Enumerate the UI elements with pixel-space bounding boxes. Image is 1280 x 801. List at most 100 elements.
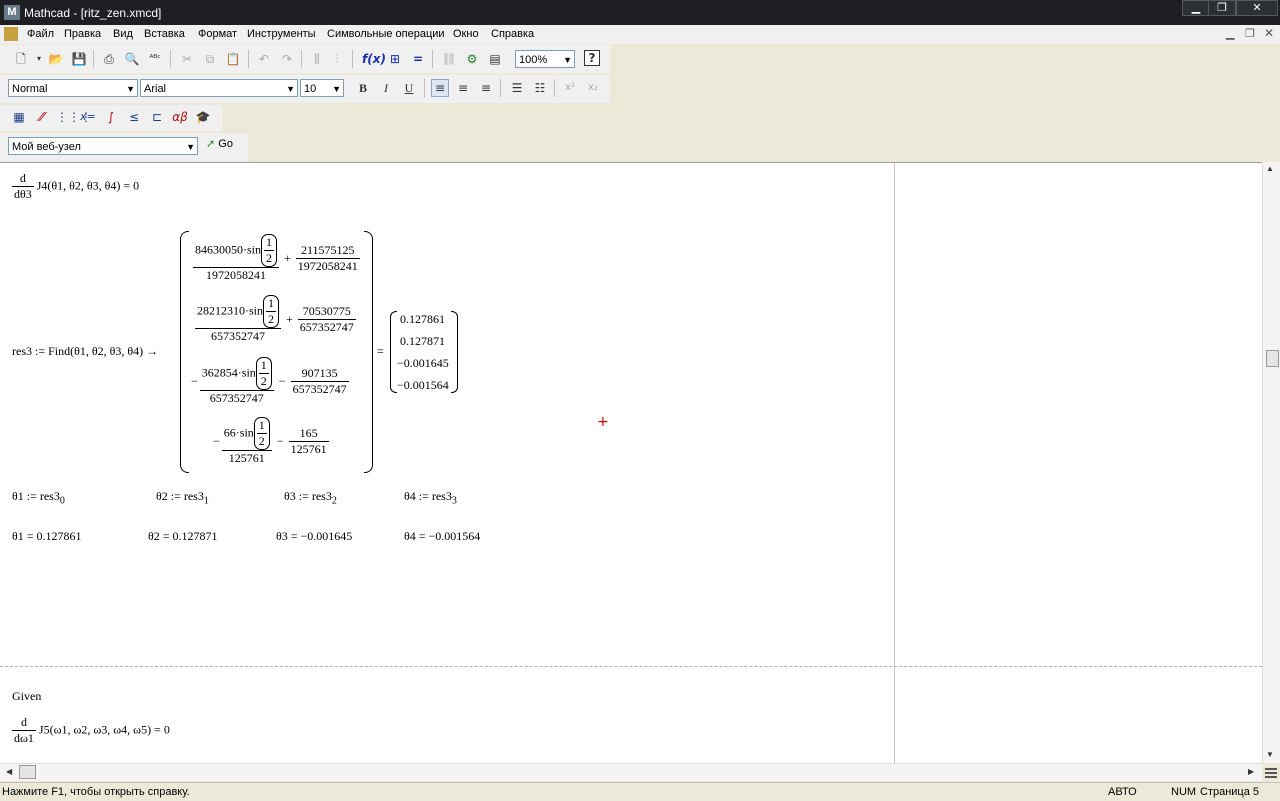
numeric-value[interactable]: 0.127861 <box>400 312 445 327</box>
web-url-select[interactable]: Мой веб-узел ▼ <box>8 137 198 155</box>
zoom-select[interactable]: 100% ▼ <box>515 50 575 68</box>
evaluation-icon[interactable]: x= <box>79 108 97 126</box>
numeric-value[interactable]: −0.001564 <box>397 378 449 393</box>
symbolic-row[interactable]: − 362854·sin 1 2 657352747 − 907135 65735274… <box>190 356 350 407</box>
component-wizard-icon[interactable]: ⚙ <box>463 50 481 68</box>
document-icon[interactable] <box>4 27 18 41</box>
open-icon[interactable]: 📂 <box>47 50 65 68</box>
derivative-equation-2[interactable]: d dω1 J5(ω1, ω2, ω3, ω4, ω5) = 0 <box>12 715 170 746</box>
menu-symbolics[interactable]: Символьные операции <box>327 28 445 40</box>
graph-icon[interactable]: ⁄⁄ <box>33 108 51 126</box>
align-left-icon[interactable]: ≡ <box>431 79 449 97</box>
scroll-left-icon[interactable]: ◀ <box>6 767 12 776</box>
align-across-icon[interactable]: ⫼ <box>308 50 326 68</box>
scroll-up-icon[interactable]: ▲ <box>1266 164 1274 173</box>
align-right-icon[interactable]: ≡ <box>477 79 495 97</box>
assignment-theta4[interactable]: θ4 := res33 <box>404 489 457 506</box>
numeric-value[interactable]: 0.127871 <box>400 334 445 349</box>
matrix-icon[interactable]: ⋮⋮⋮ <box>56 108 92 126</box>
menu-insert[interactable]: Вставка <box>144 28 185 40</box>
bullets-icon[interactable]: ☰ <box>508 79 526 97</box>
menu-tools[interactable]: Инструменты <box>247 28 316 40</box>
undo-icon[interactable]: ↶ <box>255 50 273 68</box>
copy-icon[interactable]: ⧉ <box>201 50 219 68</box>
result-theta1[interactable]: θ1 = 0.127861 <box>12 529 82 544</box>
help-icon[interactable]: ? <box>584 50 600 66</box>
insert-unit-icon[interactable]: ⊞ <box>386 50 404 68</box>
style-select[interactable]: Normal ▼ <box>8 79 138 97</box>
boolean-icon[interactable]: ≤ <box>125 108 143 126</box>
horizontal-scrollbar[interactable]: ◀ ▶ <box>0 763 1262 781</box>
insert-hyperlink-icon[interactable]: ⛓ <box>440 50 458 68</box>
assignment-theta2[interactable]: θ2 := res31 <box>156 489 209 506</box>
doc-restore-icon[interactable]: ❐ <box>1245 27 1255 40</box>
scroll-down-icon[interactable]: ▼ <box>1266 750 1274 759</box>
programming-icon[interactable]: ⊏ <box>148 108 166 126</box>
doc-close-icon[interactable]: ✕ <box>1264 26 1274 40</box>
spellcheck-icon[interactable]: ᴬᴮᶜ <box>146 50 164 68</box>
minimize-icon[interactable]: ▁ <box>1182 0 1210 16</box>
go-button[interactable]: ➚ Go <box>206 137 233 155</box>
doc-minimize-icon[interactable]: ▁ <box>1226 27 1234 40</box>
assignment-theta1[interactable]: θ1 := res30 <box>12 489 65 506</box>
bold-button[interactable]: B <box>354 79 372 97</box>
align-center-icon[interactable]: ≡ <box>454 79 472 97</box>
cut-icon[interactable]: ✂ <box>178 50 196 68</box>
result-theta3[interactable]: θ3 = −0.001645 <box>276 529 352 544</box>
align-down-icon[interactable]: ⫶ <box>328 50 346 68</box>
menu-help[interactable]: Справка <box>491 28 534 40</box>
vertical-scrollbar[interactable]: ▲ ▼ <box>1262 162 1280 763</box>
font-select[interactable]: Arial ▼ <box>140 79 298 97</box>
print-icon[interactable]: ⎙ <box>100 50 118 68</box>
font-size-select[interactable]: 10 ▼ <box>300 79 344 97</box>
horizontal-scrollbar-thumb[interactable] <box>19 765 36 779</box>
numbering-icon[interactable]: ☷ <box>531 79 549 97</box>
new-dropdown-icon[interactable]: ▾ <box>30 50 48 68</box>
numeric-value[interactable]: −0.001645 <box>397 356 449 371</box>
greek-icon[interactable]: αβ <box>171 108 189 126</box>
new-icon[interactable]: 🗋 <box>12 50 30 68</box>
go-label: Go <box>218 138 233 150</box>
insert-function-icon[interactable]: f(x) <box>362 50 386 68</box>
separator <box>500 79 501 97</box>
window-title: Mathcad - [ritz_zen.xmcd] <box>24 6 162 20</box>
menu-format[interactable]: Формат <box>198 28 237 40</box>
scrollbar-thumb[interactable] <box>1266 350 1279 367</box>
underline-button[interactable]: U <box>400 79 418 97</box>
separator <box>301 50 302 68</box>
web-toolbar: Мой веб-узел ▼ ➚ Go <box>0 133 248 161</box>
symbolic-row[interactable]: 28212310·sin 1 2 657352747 + 70530775 657352… <box>192 294 357 345</box>
separator <box>554 79 555 97</box>
symbolic-icon[interactable]: 🎓 <box>194 108 212 126</box>
close-icon[interactable]: ✕ <box>1236 0 1278 16</box>
menu-edit[interactable]: Правка <box>64 28 101 40</box>
calculator-icon[interactable]: ▦ <box>10 108 28 126</box>
superscript-icon[interactable]: x² <box>561 79 579 97</box>
redo-icon[interactable]: ↷ <box>278 50 296 68</box>
derivative-equation-1[interactable]: d dθ3 J4(θ1, θ2, θ3, θ4) = 0 <box>12 171 139 202</box>
symbolic-row[interactable]: 84630050·sin 1 2 1972058241 + 211575125 1972… <box>190 233 361 284</box>
restore-icon[interactable]: ❐ <box>1208 0 1236 16</box>
italic-button[interactable]: I <box>377 79 395 97</box>
menu-file[interactable]: Файл <box>27 28 54 40</box>
result-theta4[interactable]: θ4 = −0.001564 <box>404 529 480 544</box>
menu-view[interactable]: Вид <box>113 28 133 40</box>
print-preview-icon[interactable]: 🔍 <box>123 50 141 68</box>
resource-center-icon[interactable]: ▤ <box>486 50 504 68</box>
given-keyword[interactable]: Given <box>12 689 41 704</box>
assignment-theta3[interactable]: θ3 := res32 <box>284 489 337 506</box>
result-theta2[interactable]: θ2 = 0.127871 <box>148 529 218 544</box>
size-grip-icon[interactable] <box>1262 764 1280 781</box>
scroll-right-icon[interactable]: ▶ <box>1248 767 1254 776</box>
worksheet[interactable]: d dθ3 J4(θ1, θ2, θ3, θ4) = 0 res3 := Find… <box>0 162 1262 764</box>
paste-icon[interactable]: 📋 <box>224 50 242 68</box>
page-margin-line <box>894 163 895 764</box>
subscript-icon[interactable]: x₂ <box>584 79 602 97</box>
menu-window[interactable]: Окно <box>453 28 479 40</box>
calculate-icon[interactable]: = <box>409 50 427 68</box>
save-icon[interactable]: 💾 <box>70 50 88 68</box>
find-expression[interactable]: res3 := Find(θ1, θ2, θ3, θ4) → <box>12 344 158 359</box>
symbolic-row[interactable]: − 66·sin 1 2 125761 − 165 125761 <box>212 416 330 467</box>
separator <box>432 50 433 68</box>
calculus-icon[interactable]: ∫ <box>102 108 120 126</box>
